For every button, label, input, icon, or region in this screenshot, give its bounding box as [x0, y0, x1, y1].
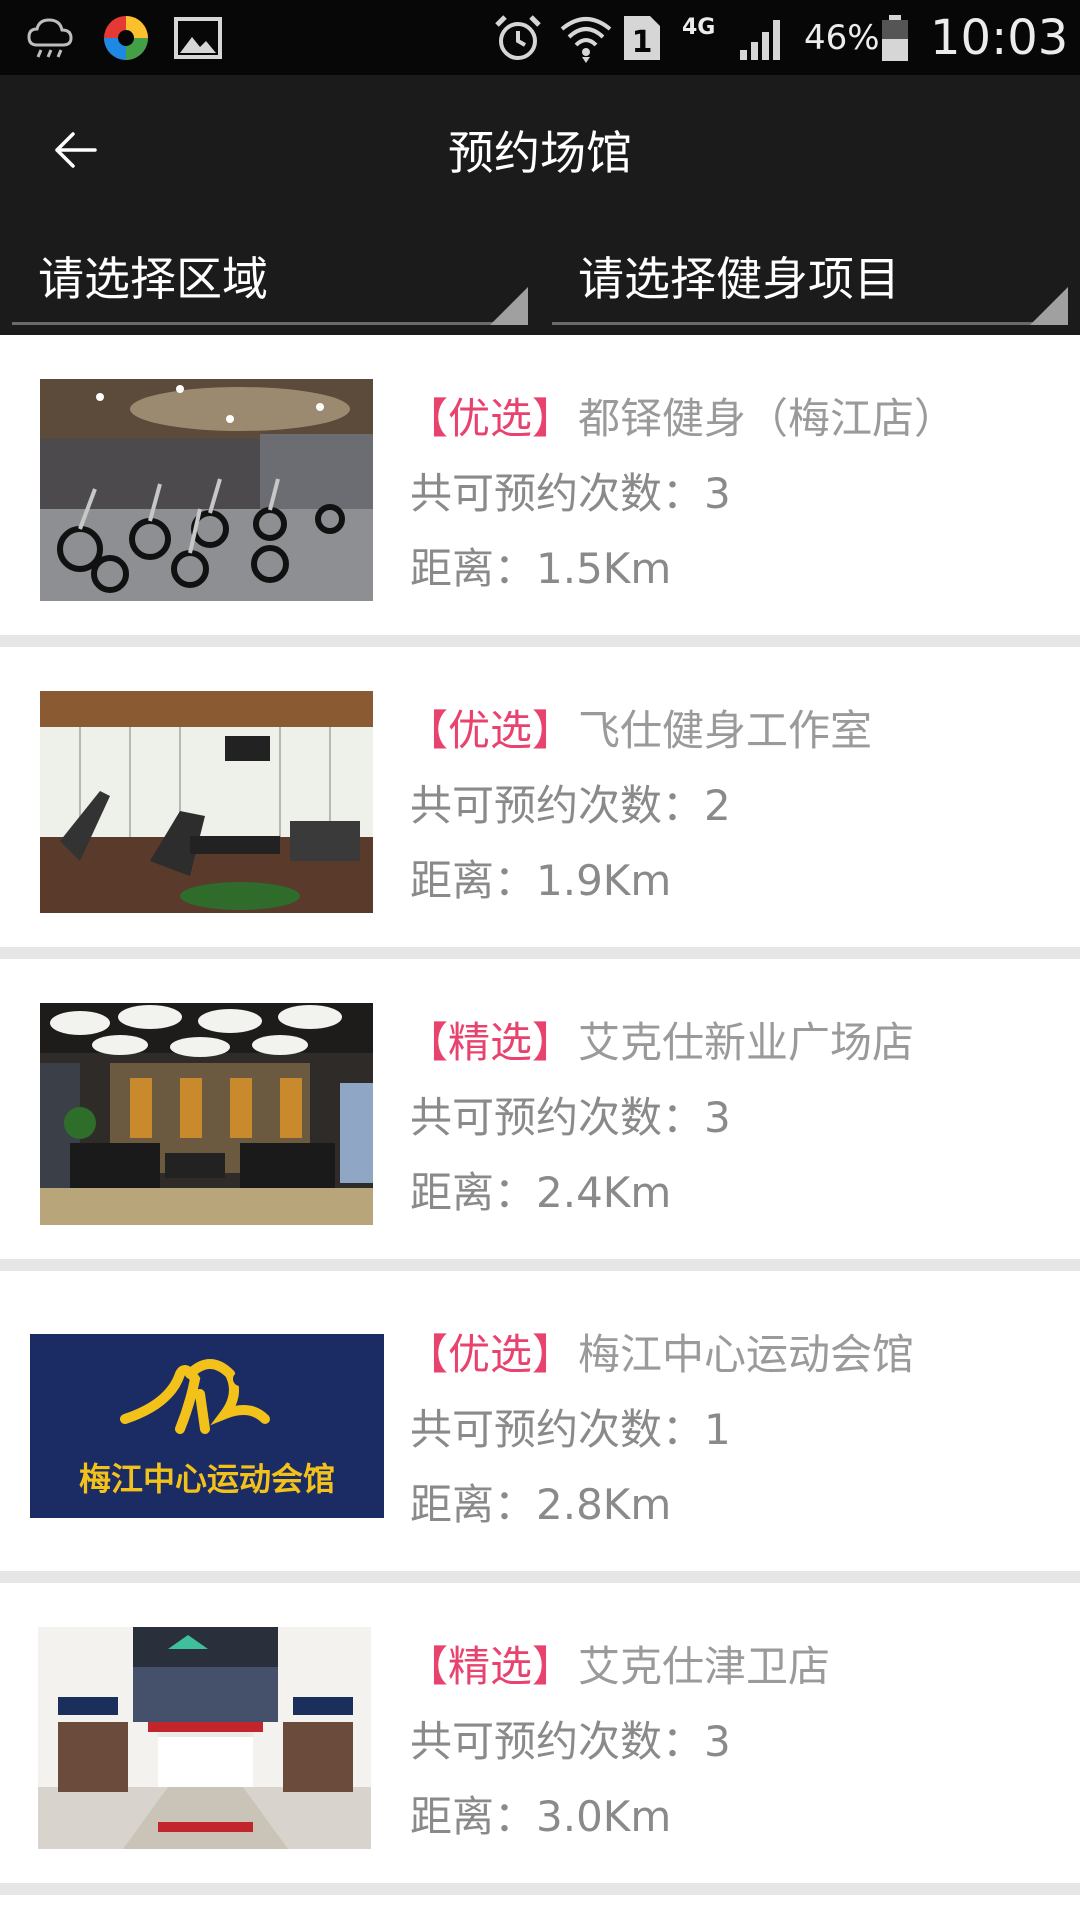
venue-item[interactable]: 【优选】 飞仕健身工作室 共可预约次数：2 距离：1.9Km: [0, 647, 1080, 959]
filter-bar: 请选择区域 请选择健身项目: [0, 225, 1080, 335]
region-select[interactable]: 请选择区域: [12, 225, 528, 325]
venue-item[interactable]: 【精选】 艾克仕新业广场店 共可预约次数：3 距离：2.4Km: [0, 959, 1080, 1271]
venue-thumbnail: 梅江中心运动会馆: [30, 1334, 384, 1518]
venue-list: 【优选】 都铎健身（梅江店） 共可预约次数：3 距离：1.5Km 【优选】 飞仕…: [0, 335, 1080, 1895]
venue-thumbnail: [40, 691, 373, 913]
venue-item[interactable]: 【精选】 艾克仕津卫店 共可预约次数：3 距离：3.0Km: [0, 1583, 1080, 1895]
venue-distance: 距离：1.5Km: [410, 544, 672, 593]
venue-thumbnail: [38, 1627, 371, 1849]
venue-name: 艾克仕津卫店: [578, 1642, 831, 1691]
venue-booking-count: 共可预约次数：3: [410, 1717, 731, 1766]
dropdown-triangle-icon: [490, 287, 528, 325]
gallery-icon: [170, 12, 226, 64]
page-title: 预约场馆: [448, 126, 632, 180]
venue-item[interactable]: 【优选】 都铎健身（梅江店） 共可预约次数：3 距离：1.5Km: [0, 335, 1080, 647]
sim-icon: 1: [620, 12, 664, 64]
status-bar: 1 4G 46% 10:03: [0, 0, 1080, 75]
venue-distance: 距离：2.8Km: [410, 1480, 672, 1529]
venue-tag: 【优选】: [406, 1330, 575, 1379]
venue-booking-count: 共可预约次数：3: [410, 1093, 731, 1142]
signal-icon: [734, 12, 790, 64]
network-type: 4G: [682, 15, 716, 40]
region-select-underline: [12, 322, 528, 325]
venue-thumbnail: [40, 1003, 373, 1225]
venue-tag: 【优选】: [406, 394, 575, 443]
venue-booking-count: 共可预约次数：3: [410, 469, 731, 518]
region-select-label: 请选择区域: [38, 252, 268, 306]
app-header: 预约场馆: [0, 75, 1080, 225]
venue-tag: 【精选】: [406, 1642, 575, 1691]
venue-distance: 距离：1.9Km: [410, 856, 672, 905]
svg-text:1: 1: [632, 25, 653, 60]
venue-name: 飞仕健身工作室: [578, 706, 873, 755]
project-select[interactable]: 请选择健身项目: [552, 225, 1068, 325]
venue-item[interactable]: 梅江中心运动会馆 【优选】 梅江中心运动会馆 共可预约次数：1 距离：2.8Km: [0, 1271, 1080, 1583]
weather-cloud-icon: [22, 12, 78, 64]
venue-distance: 距离：3.0Km: [410, 1792, 672, 1841]
venue-name: 艾克仕新业广场店: [578, 1018, 915, 1067]
alarm-icon: [490, 12, 546, 64]
dropdown-triangle-icon: [1030, 287, 1068, 325]
app-logo-icon: [98, 12, 154, 64]
battery-percent: 46%: [804, 17, 880, 58]
venue-distance: 距离：2.4Km: [410, 1168, 672, 1217]
project-select-underline: [552, 322, 1068, 325]
venue-booking-count: 共可预约次数：1: [410, 1405, 731, 1454]
project-select-label: 请选择健身项目: [578, 252, 900, 306]
venue-thumbnail: [40, 379, 373, 601]
venue-tag: 【优选】: [406, 706, 575, 755]
venue-name: 梅江中心运动会馆: [578, 1330, 915, 1379]
venue-logo-text: 梅江中心运动会馆: [78, 1460, 335, 1498]
battery-icon: [878, 12, 912, 64]
venue-tag: 【精选】: [406, 1018, 575, 1067]
wifi-icon: [556, 12, 616, 64]
venue-booking-count: 共可预约次数：2: [410, 781, 731, 830]
clock: 10:03: [930, 9, 1069, 66]
venue-name: 都铎健身（梅江店）: [578, 394, 957, 443]
